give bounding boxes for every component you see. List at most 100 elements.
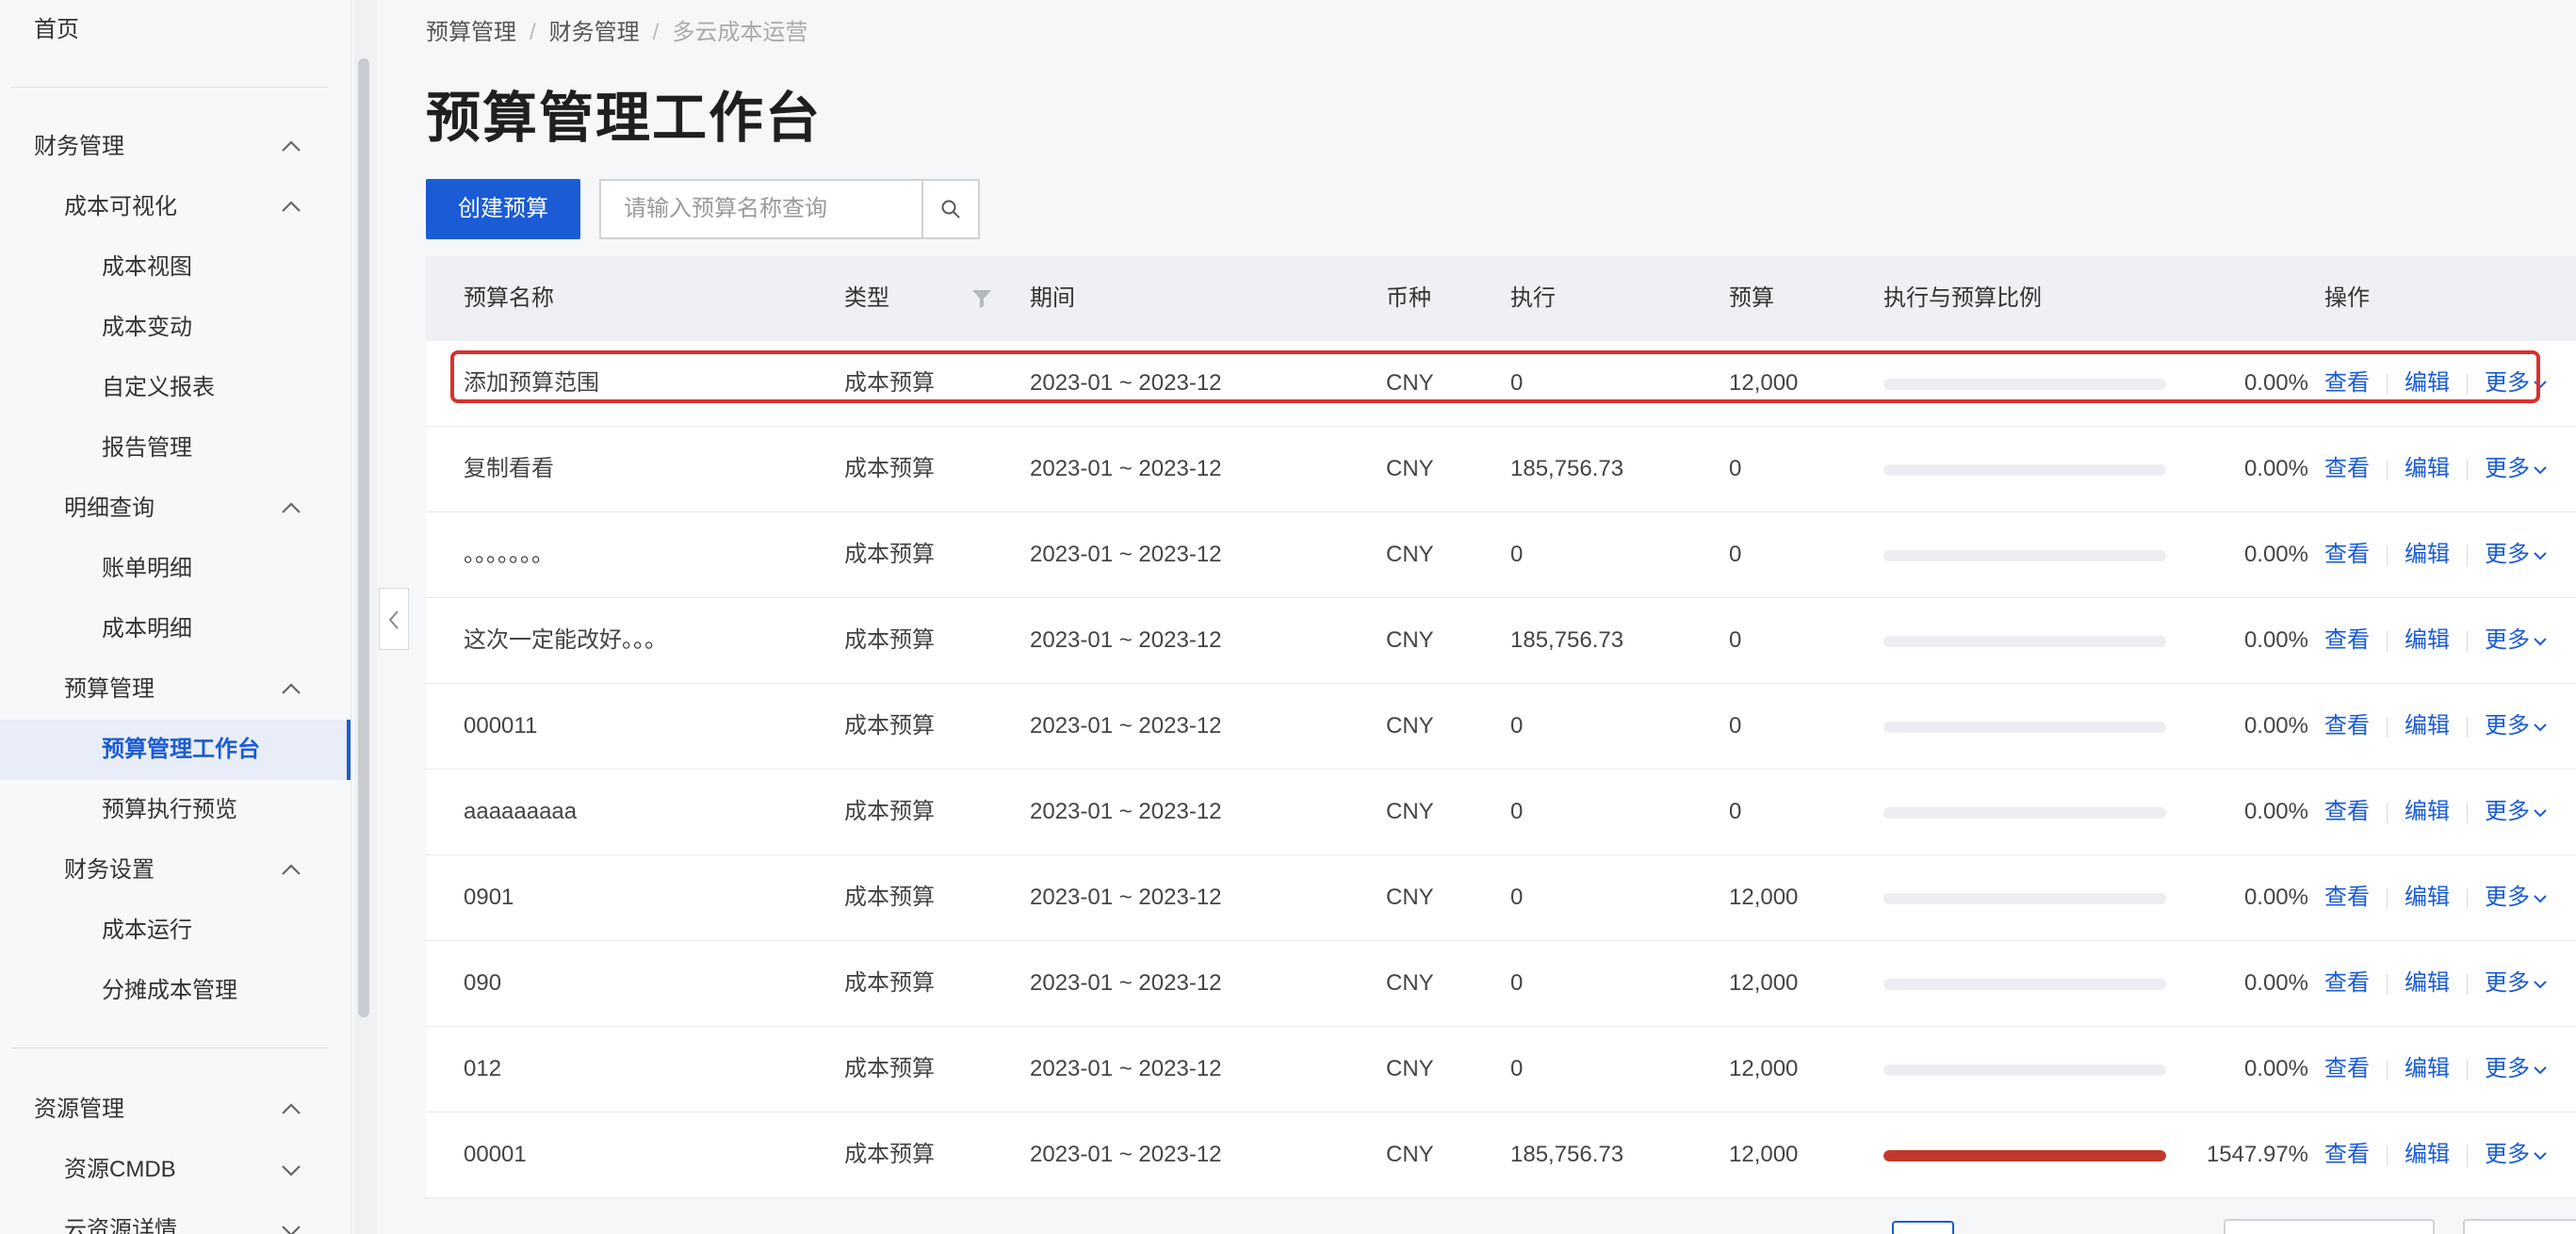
edit-link[interactable]: 编辑 <box>2405 370 2450 396</box>
sidebar-item-label: 成本明细 <box>102 616 192 641</box>
table-row[interactable]: 000011 成本预算 2023-01 ~ 2023-12 CNY 0 0 0.00% 查看 编… <box>426 684 2576 770</box>
table-row[interactable]: 00001 成本预算 2023-01 ~ 2023-12 CNY 185,756.73 1… <box>426 1112 2576 1198</box>
more-link[interactable]: 更多 <box>2485 1056 2549 1081</box>
cell-type: 成本预算 <box>844 627 935 653</box>
sidebar-item-report-mgmt[interactable]: 报告管理 <box>0 418 351 479</box>
more-link[interactable]: 更多 <box>2485 970 2549 996</box>
edit-link[interactable]: 编辑 <box>2405 713 2450 739</box>
sidebar-divider <box>11 87 328 88</box>
edit-link[interactable]: 编辑 <box>2405 456 2450 481</box>
view-link[interactable]: 查看 <box>2324 1056 2370 1081</box>
pagination-jump[interactable] <box>2463 1219 2576 1234</box>
view-link[interactable]: 查看 <box>2324 627 2370 653</box>
more-link[interactable]: 更多 <box>2485 627 2549 653</box>
cell-exec: 0 <box>1510 1056 1524 1081</box>
table-row[interactable]: 添加预算范围 成本预算 2023-01 ~ 2023-12 CNY 0 12,000 0.0… <box>426 341 2576 427</box>
sidebar-item-budget-preview[interactable]: 预算执行预览 <box>0 780 351 840</box>
sidebar-item-cost-view[interactable]: 成本视图 <box>0 237 351 298</box>
view-link[interactable]: 查看 <box>2324 456 2370 481</box>
search-button[interactable] <box>921 181 978 237</box>
edit-link[interactable]: 编辑 <box>2405 1142 2450 1167</box>
cell-name: 。。。。。。。 <box>464 542 554 567</box>
edit-link[interactable]: 编辑 <box>2405 799 2450 824</box>
row-actions: 查看 编辑 更多 <box>2324 941 2549 1026</box>
table-row[interactable]: 这次一定能改好。。。 成本预算 2023-01 ~ 2023-12 CNY 185,75… <box>426 598 2576 684</box>
sidebar-group-cloud-resource[interactable]: 云资源详情 <box>0 1200 351 1234</box>
more-link[interactable]: 更多 <box>2485 885 2549 910</box>
view-link[interactable]: 查看 <box>2324 542 2370 567</box>
action-separator <box>2467 802 2468 823</box>
more-link[interactable]: 更多 <box>2485 370 2549 396</box>
search-input[interactable] <box>601 181 918 237</box>
pagination-current-page[interactable] <box>1892 1221 1954 1234</box>
view-link[interactable]: 查看 <box>2324 1142 2370 1167</box>
sidebar-group-resource-cmdb[interactable]: 资源CMDB <box>0 1140 351 1200</box>
table-row[interactable]: 090 成本预算 2023-01 ~ 2023-12 CNY 0 12,000 0.00% 查… <box>426 941 2576 1027</box>
chevron-down-icon <box>2534 808 2547 818</box>
more-label: 更多 <box>2485 799 2530 824</box>
search-icon <box>941 200 960 219</box>
view-link[interactable]: 查看 <box>2324 370 2370 396</box>
chevron-down-icon <box>2534 894 2547 903</box>
breadcrumb-item[interactable]: 财务管理 <box>549 20 640 45</box>
cell-name: 0901 <box>464 885 514 910</box>
action-separator <box>2387 373 2388 395</box>
view-link[interactable]: 查看 <box>2324 970 2370 996</box>
pagination-page-size[interactable] <box>2224 1219 2435 1234</box>
edit-link[interactable]: 编辑 <box>2405 627 2450 653</box>
more-link[interactable]: 更多 <box>2485 713 2549 739</box>
action-separator <box>2387 1145 2388 1166</box>
sidebar-item-label: 分摊成本管理 <box>102 978 237 1003</box>
sidebar-item-home[interactable]: 首页 <box>0 0 351 60</box>
sidebar-item-cost-run[interactable]: 成本运行 <box>0 901 351 961</box>
edit-link[interactable]: 编辑 <box>2405 542 2450 567</box>
table-row[interactable]: 。。。。。。。 成本预算 2023-01 ~ 2023-12 CNY 0 0 0.00% 查看… <box>426 512 2576 598</box>
breadcrumb-item[interactable]: 预算管理 <box>426 20 516 45</box>
edit-link[interactable]: 编辑 <box>2405 970 2450 996</box>
sidebar-item-label: 账单明细 <box>102 556 192 581</box>
sidebar-group-finance-settings[interactable]: 财务设置 <box>0 840 351 901</box>
chevron-up-icon <box>282 1103 301 1114</box>
sidebar-group-cost-visual[interactable]: 成本可视化 <box>0 177 351 237</box>
cell-type: 成本预算 <box>844 885 935 910</box>
sidebar-scrollbar[interactable] <box>358 58 369 1017</box>
table-row[interactable]: 复制看看 成本预算 2023-01 ~ 2023-12 CNY 185,756.73 0 0… <box>426 427 2576 512</box>
cell-ratio-text: 1547.97% <box>2206 1142 2308 1167</box>
view-link[interactable]: 查看 <box>2324 885 2370 910</box>
ratio-bar <box>1883 550 2166 561</box>
view-link[interactable]: 查看 <box>2324 713 2370 739</box>
cell-exec: 0 <box>1510 713 1524 739</box>
sidebar-item-budget-workbench[interactable]: 预算管理工作台 <box>0 720 351 780</box>
cell-budget: 12,000 <box>1729 1056 1799 1081</box>
edit-link[interactable]: 编辑 <box>2405 885 2450 910</box>
edit-link[interactable]: 编辑 <box>2405 1056 2450 1081</box>
sidebar-item-cost-change[interactable]: 成本变动 <box>0 298 351 358</box>
chevron-up-icon <box>282 502 301 513</box>
sidebar-item-allocation[interactable]: 分摊成本管理 <box>0 961 351 1021</box>
cell-ratio-text: 0.00% <box>2243 799 2308 824</box>
ratio-bar <box>1883 1150 2166 1161</box>
more-link[interactable]: 更多 <box>2485 542 2549 567</box>
chevron-down-icon <box>2534 1151 2547 1161</box>
sidebar-item-cost-detail[interactable]: 成本明细 <box>0 599 351 659</box>
cell-name: 00001 <box>464 1142 527 1167</box>
sidebar-item-bill-detail[interactable]: 账单明细 <box>0 539 351 599</box>
more-link[interactable]: 更多 <box>2485 799 2549 824</box>
sidebar-group-finance[interactable]: 财务管理 <box>0 117 351 177</box>
more-link[interactable]: 更多 <box>2485 1142 2549 1167</box>
create-budget-button[interactable]: 创建预算 <box>426 179 580 239</box>
more-link[interactable]: 更多 <box>2485 456 2549 481</box>
sidebar-group-detail-query[interactable]: 明细查询 <box>0 479 351 539</box>
sidebar-item-custom-report[interactable]: 自定义报表 <box>0 358 351 418</box>
table-row[interactable]: aaaaaaaaa 成本预算 2023-01 ~ 2023-12 CNY 0 0 0.00%… <box>426 770 2576 855</box>
sidebar-group-resource[interactable]: 资源管理 <box>0 1080 351 1140</box>
view-link[interactable]: 查看 <box>2324 799 2370 824</box>
sidebar-group-budget[interactable]: 预算管理 <box>0 659 351 720</box>
sidebar-divider <box>11 1047 328 1048</box>
search-box <box>599 179 980 239</box>
chevron-down-icon <box>2534 1065 2547 1075</box>
table-row[interactable]: 0901 成本预算 2023-01 ~ 2023-12 CNY 0 12,000 0.00%… <box>426 855 2576 941</box>
filter-icon[interactable] <box>970 287 993 310</box>
table-row[interactable]: 012 成本预算 2023-01 ~ 2023-12 CNY 0 12,000 0.00% 查… <box>426 1027 2576 1112</box>
table-header: 预算名称 类型 期间 币种 执行 预算 执行与预算比例 操作 <box>426 256 2576 341</box>
